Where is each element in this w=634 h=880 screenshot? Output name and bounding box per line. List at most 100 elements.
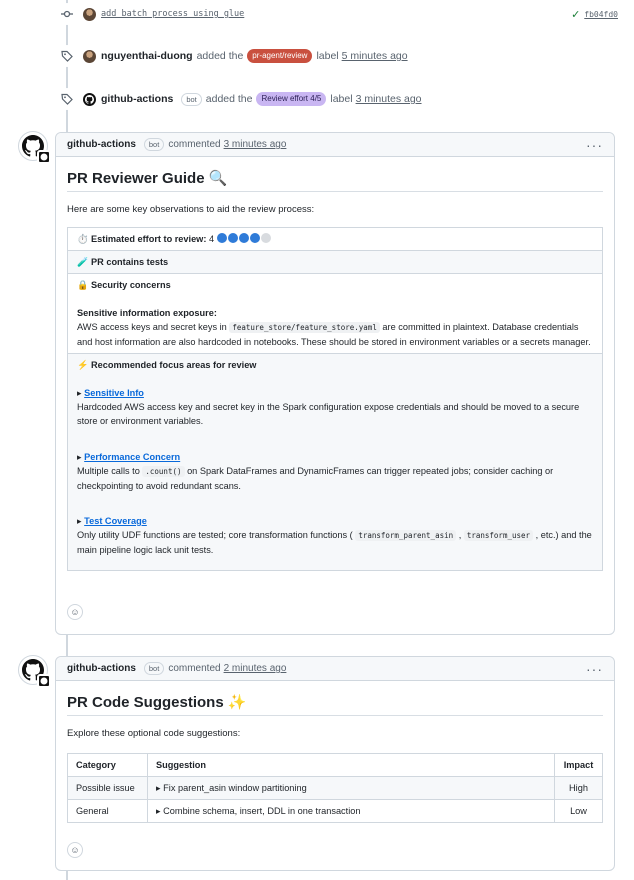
focus-link[interactable]: Sensitive Info [84,388,144,398]
effort-dot [249,233,260,243]
tag-icon [56,88,78,110]
focus-link[interactable]: Performance Concern [84,452,180,462]
focus-code: transform_user [463,530,534,541]
reviewer-guide-comment: github-actions bot commented 3 minutes a… [55,132,615,635]
security-row: 🔒 Security concerns Sensitive informatio… [68,274,602,354]
security-file-code: feature_store/feature_store.yaml [229,322,380,333]
label-pill[interactable]: pr-agent/review [247,49,313,63]
focus-code: transform_parent_asin [355,530,457,541]
focus-code: .count() [142,466,185,477]
table-header-row: Category Suggestion Impact [67,753,603,777]
focus-text: Only utility UDF functions are tested; c… [77,528,593,557]
comment-action: commented [168,139,221,150]
suggestion-summary[interactable]: Combine schema, insert, DDL in one trans… [163,806,360,816]
tag-icon [56,45,78,67]
tests-row: 🧪 PR contains tests [68,251,602,274]
focus-item-performance: ▸ Performance Concern Multiple calls to … [77,450,593,493]
author-link[interactable]: nguyenthai-duong [101,50,193,62]
more-options-button[interactable]: ··· [586,137,603,153]
security-subtitle: Sensitive information exposure: [77,308,217,318]
more-options-button[interactable]: ··· [586,661,603,677]
event-action: added the [196,50,244,62]
focus-text: Multiple calls to .count() on Spark Data… [77,464,593,493]
timer-icon: ⏱️ [77,234,89,244]
label-pill[interactable]: Review effort 4/5 [256,92,327,106]
effort-dot [238,233,249,243]
suggestion-cell[interactable]: ▸ Fix parent_asin window partitioning [147,776,555,800]
github-avatar[interactable] [18,655,51,688]
review-guide-table: ⏱️ Estimated effort to review: 4 🧪 PR co… [67,227,603,571]
label-event: github-actions bot added the Review effo… [56,88,618,110]
effort-row: ⏱️ Estimated effort to review: 4 [68,228,602,251]
app-badge-icon [37,674,51,688]
avatar[interactable] [83,7,96,21]
table-row: Possible issue ▸ Fix parent_asin window … [67,776,603,800]
effort-value: 4 [208,234,215,244]
event-action: added the [205,93,253,105]
code-suggestions-comment: github-actions bot commented 2 minutes a… [55,656,615,871]
effort-dot [227,233,238,243]
tests-label: PR contains tests [91,257,169,267]
lock-icon: 🔒 [77,280,89,290]
suggestions-table: Category Suggestion Impact Possible issu… [67,753,603,823]
check-icon[interactable]: ✓ [571,8,580,21]
event-suffix: label [316,50,339,62]
comment-intro: Explore these optional code suggestions: [67,728,241,739]
suggestion-cell[interactable]: ▸ Combine schema, insert, DDL in one tra… [147,799,555,823]
bot-badge: bot [143,662,165,675]
impact-cell: Low [554,799,603,823]
focus-separator: , [458,530,462,540]
smiley-icon[interactable]: ☺ [67,842,83,858]
commit-sha-link[interactable]: fb04fd0 [584,10,618,19]
effort-label: Estimated effort to review: [91,234,207,244]
avatar[interactable] [83,49,96,63]
header-suggestion: Suggestion [147,753,555,777]
focus-row: ⚡ Recommended focus areas for review ▸ S… [68,354,602,570]
table-row: General ▸ Combine schema, insert, DDL in… [67,799,603,823]
timestamp-link[interactable]: 5 minutes ago [342,50,408,62]
effort-rating [216,233,272,244]
github-icon[interactable] [83,92,96,106]
security-text-before: AWS access keys and secret keys in [77,322,227,332]
commit-row: add batch process using glue ✓ fb04fd0 [56,3,618,25]
focus-label: Recommended focus areas for review [91,360,257,370]
comment-header: github-actions bot commented 2 minutes a… [56,657,614,681]
timestamp-link[interactable]: 2 minutes ago [224,663,287,674]
comment-header: github-actions bot commented 3 minutes a… [56,133,614,157]
focus-link[interactable]: Test Coverage [84,516,147,526]
suggestion-summary[interactable]: Fix parent_asin window partitioning [163,783,307,793]
label-event: nguyenthai-duong added the pr-agent/revi… [56,45,618,67]
security-text: AWS access keys and secret keys in featu… [77,320,593,349]
focus-item-sensitive-info: ▸ Sensitive Info Hardcoded AWS access ke… [77,386,593,428]
event-suffix: label [330,93,353,105]
comment-title: PR Reviewer Guide 🔍 [67,169,603,192]
security-label: Security concerns [91,280,171,290]
effort-dot [260,233,271,243]
test-tube-icon: 🧪 [77,257,89,267]
category-cell: Possible issue [67,776,148,800]
bot-badge: bot [181,92,202,106]
focus-item-test-coverage: ▸ Test Coverage Only utility UDF functio… [77,514,593,566]
author-link[interactable]: github-actions [67,663,136,674]
app-badge-icon [37,150,51,164]
timestamp-link[interactable]: 3 minutes ago [356,93,422,105]
timestamp-link[interactable]: 3 minutes ago [224,139,287,150]
focus-text: Hardcoded AWS access key and secret key … [77,402,580,426]
lightning-icon: ⚡ [77,360,89,370]
bot-badge: bot [143,138,165,151]
commit-message-link[interactable]: add batch process using glue [101,9,244,19]
impact-cell: High [554,776,603,800]
header-impact: Impact [554,753,603,777]
effort-dot [216,233,227,243]
github-avatar[interactable] [18,131,51,164]
author-link[interactable]: github-actions [101,93,173,105]
smiley-icon[interactable]: ☺ [67,604,83,620]
comment-action: commented [168,663,221,674]
author-link[interactable]: github-actions [67,139,136,150]
header-category: Category [67,753,148,777]
comment-intro: Here are some key observations to aid th… [67,204,315,215]
commit-icon [56,3,78,25]
comment-title: PR Code Suggestions ✨ [67,693,603,716]
category-cell: General [67,799,148,823]
focus-text-before: Multiple calls to [77,466,140,476]
